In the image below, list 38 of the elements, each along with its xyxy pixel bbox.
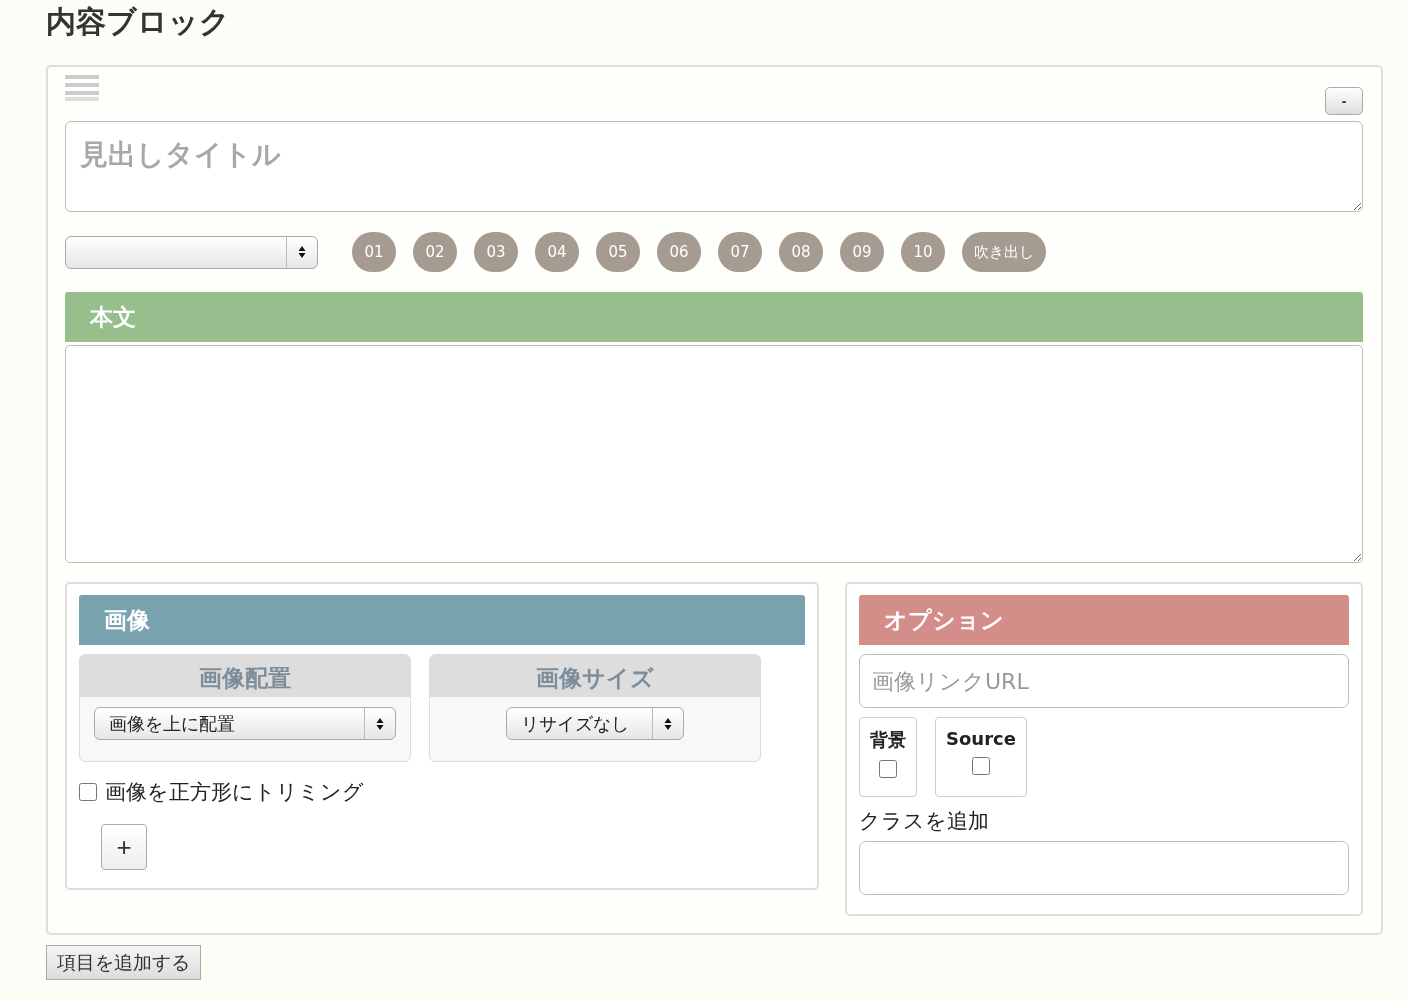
option-card-header: 画像サイズ: [430, 655, 760, 697]
number-button[interactable]: 07: [718, 232, 762, 272]
number-button[interactable]: 10: [901, 232, 945, 272]
collapse-button[interactable]: -: [1325, 87, 1363, 115]
up-down-arrows-icon: [664, 716, 672, 731]
number-button[interactable]: 06: [657, 232, 701, 272]
number-button[interactable]: 02: [413, 232, 457, 272]
toggle-label: Source: [946, 728, 1016, 749]
toggle-label: 背景: [870, 728, 906, 752]
checkbox[interactable]: [971, 757, 990, 775]
drag-handle-icon[interactable]: [65, 75, 99, 101]
up-down-arrows-icon: [376, 716, 384, 731]
section-header: 画像: [79, 595, 805, 645]
field-label: クラスを追加: [859, 808, 990, 835]
select-dropdown[interactable]: リサイズなし: [506, 707, 684, 740]
number-button[interactable]: 吹き出し: [962, 232, 1046, 272]
body-text-field[interactable]: [65, 345, 1363, 563]
number-button[interactable]: 09: [840, 232, 884, 272]
number-button[interactable]: 03: [474, 232, 518, 272]
number-button[interactable]: 08: [779, 232, 823, 272]
section-header: 本文: [65, 292, 1363, 342]
checkbox[interactable]: [79, 783, 97, 801]
select-dropdown[interactable]: 画像を上に配置: [94, 707, 396, 740]
select-dropdown[interactable]: [65, 235, 318, 269]
up-down-arrows-icon: [298, 245, 306, 259]
page-title: 内容ブロック: [46, 3, 231, 41]
checkbox-label: 画像を正方形にトリミング: [105, 779, 364, 806]
section-header: オプション: [859, 595, 1349, 645]
number-button[interactable]: 05: [596, 232, 640, 272]
checkbox[interactable]: [879, 760, 897, 778]
add-item-button[interactable]: 項目を追加する: [46, 945, 201, 980]
heading-field[interactable]: 見出しタイトル: [65, 121, 1363, 212]
number-button[interactable]: 04: [535, 232, 579, 272]
number-button[interactable]: 01: [352, 232, 396, 272]
link-url-field[interactable]: 画像リンクURL: [859, 654, 1349, 708]
add-button[interactable]: +: [101, 824, 147, 870]
option-card-header: 画像配置: [80, 655, 410, 697]
class-field[interactable]: [859, 841, 1349, 895]
